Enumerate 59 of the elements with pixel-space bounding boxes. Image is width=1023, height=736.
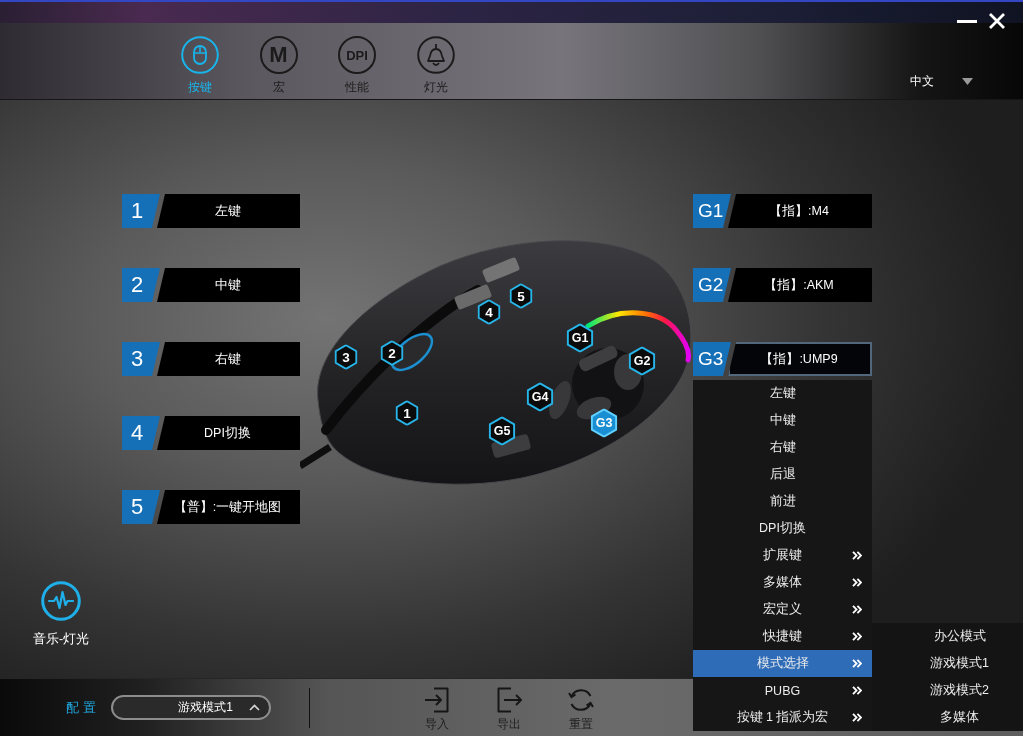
menu-item[interactable]: 左键 xyxy=(693,380,872,407)
tab[interactable]: 按键 xyxy=(169,36,231,94)
hotspot-marker[interactable]: 2 xyxy=(380,340,404,366)
key-number: G1 xyxy=(693,194,731,228)
hotspot-marker[interactable]: 1 xyxy=(395,400,419,426)
profile-dropdown[interactable]: 游戏模式1 xyxy=(110,695,271,720)
hotspot-marker[interactable]: 4 xyxy=(477,299,501,325)
key-number: 5 xyxy=(122,490,160,524)
hotspot-marker[interactable]: G1 xyxy=(566,323,594,353)
key-assignment-button[interactable]: 中键 xyxy=(157,268,300,302)
mouse-icon xyxy=(181,36,219,74)
key-number: 4 xyxy=(122,416,160,450)
key-number: G2 xyxy=(693,268,731,302)
circular-arrows-icon xyxy=(567,687,594,713)
music-light-button[interactable]: 音乐-灯光 xyxy=(32,581,90,646)
menu-item[interactable]: 前进 xyxy=(693,488,872,515)
caret-up-icon xyxy=(248,704,260,711)
menu-item[interactable]: 多媒体 xyxy=(872,704,1023,731)
hotspot-marker[interactable]: 3 xyxy=(334,344,358,370)
menu-item[interactable]: 宏定义 xyxy=(693,596,872,623)
menu-item[interactable]: 游戏模式2 xyxy=(872,677,1023,704)
lettered-circle-icon: DPI xyxy=(338,36,376,74)
menu-item[interactable]: 按键 1 指派为宏 xyxy=(693,704,872,731)
close-icon[interactable] xyxy=(989,13,1005,29)
config-label: 配 置 xyxy=(66,698,96,717)
menu-item[interactable]: 右键 xyxy=(693,434,872,461)
key-assignment-button[interactable]: 左键 xyxy=(157,194,300,228)
menu-item[interactable]: DPI切换 xyxy=(693,515,872,542)
language-dropdown[interactable]: 中文 xyxy=(910,73,973,89)
key-assignment-button[interactable]: 右键 xyxy=(157,342,300,376)
hotspot-marker[interactable]: G5 xyxy=(488,416,516,446)
arrow-into-box-icon xyxy=(423,687,450,713)
hotspot-marker[interactable]: 5 xyxy=(509,283,533,309)
key-number: 3 xyxy=(122,342,160,376)
menu-item[interactable]: 中键 xyxy=(693,407,872,434)
menu-item[interactable]: 办公模式 xyxy=(872,623,1023,650)
key-number: 2 xyxy=(122,268,160,302)
key-assignment-button[interactable]: DPI切换 xyxy=(157,416,300,450)
menu-item[interactable]: 模式选择 xyxy=(693,650,872,677)
key-assignment-button[interactable]: 【普】:一键开地图 xyxy=(157,490,300,524)
menu-item[interactable]: 后退 xyxy=(693,461,872,488)
key-assignment-button[interactable]: 【指】:M4 xyxy=(728,194,872,228)
bell-icon xyxy=(416,36,455,74)
hotspot-marker[interactable]: G4 xyxy=(526,382,554,412)
key-assignment-button[interactable]: 【指】:UMP9 xyxy=(728,342,872,376)
menu-item[interactable]: 快捷键 xyxy=(693,623,872,650)
waveform-icon xyxy=(41,581,81,621)
caret-down-icon xyxy=(962,77,973,85)
key-number: G3 xyxy=(693,342,731,376)
hotspot-marker[interactable]: G3 xyxy=(590,408,618,438)
lettered-circle-icon: M xyxy=(259,36,298,74)
arrow-out-of-box-icon xyxy=(495,687,522,713)
menu-item[interactable]: PUBG xyxy=(693,677,872,704)
key-assignment-button[interactable]: 【指】:AKM xyxy=(728,268,872,302)
menu-item[interactable]: 扩展键 xyxy=(693,542,872,569)
key-number: 1 xyxy=(122,194,160,228)
hotspot-marker[interactable]: G2 xyxy=(628,346,656,376)
menu-item[interactable]: 多媒体 xyxy=(693,569,872,596)
menu-item[interactable]: 游戏模式1 xyxy=(872,650,1023,677)
